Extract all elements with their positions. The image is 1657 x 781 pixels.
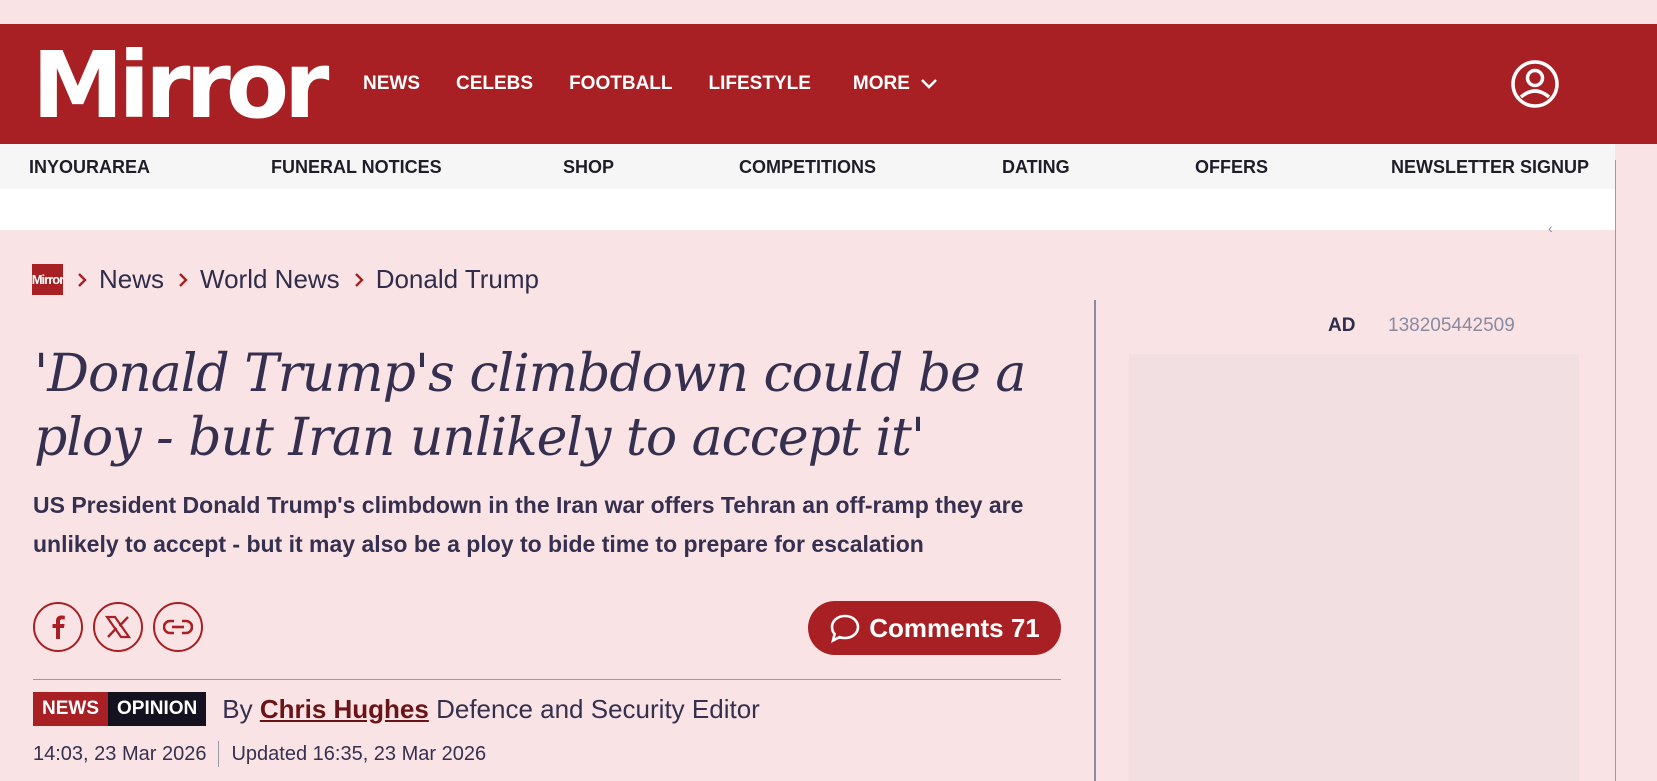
page-edge-divider	[1615, 160, 1616, 781]
article-dates: 14:03, 23 Mar 2026 Updated 16:35, 23 Mar…	[33, 741, 486, 767]
scroll-marker: ‹	[1548, 220, 1553, 236]
subnav-shop[interactable]: SHOP	[563, 157, 614, 178]
nav-lifestyle[interactable]: LIFESTYLE	[709, 73, 811, 95]
chevron-down-icon	[921, 79, 937, 89]
mirror-logo[interactable]: Mirror	[32, 36, 329, 136]
chevron-right-icon	[354, 272, 364, 287]
subnav-newsletter-signup[interactable]: NEWSLETTER SIGNUP	[1391, 157, 1589, 178]
byline-prefix: By	[222, 693, 253, 724]
account-icon[interactable]	[1510, 59, 1560, 109]
byline: NEWS OPINION By Chris Hughes Defence and…	[33, 692, 760, 726]
share-facebook-button[interactable]	[33, 602, 83, 652]
ad-label: AD	[1328, 315, 1356, 336]
site-header: Mirror NEWS CELEBS FOOTBALL LIFESTYLE MO…	[0, 24, 1657, 144]
breadcrumb-news[interactable]: News	[99, 264, 164, 295]
main-nav: NEWS CELEBS FOOTBALL LIFESTYLE MORE	[363, 24, 938, 144]
copy-link-button[interactable]	[153, 602, 203, 652]
subnav-dating[interactable]: DATING	[1002, 157, 1070, 178]
subnav-competitions[interactable]: COMPETITIONS	[739, 157, 876, 178]
x-icon	[105, 615, 131, 639]
ad-placeholder[interactable]	[1129, 354, 1579, 781]
news-tag: NEWS	[33, 692, 108, 726]
comments-button[interactable]: Comments 71	[808, 601, 1061, 655]
updated-time: Updated 16:35, 23 Mar 2026	[231, 742, 487, 765]
subnav-inyourarea[interactable]: INYOURAREA	[29, 157, 150, 178]
column-divider	[1094, 300, 1096, 781]
facebook-icon	[52, 615, 65, 639]
subnav-funeral-notices[interactable]: FUNERAL NOTICES	[271, 157, 442, 178]
link-icon	[163, 619, 193, 635]
secondary-nav: INYOURAREA FUNERAL NOTICES SHOP COMPETIT…	[0, 144, 1615, 189]
author-role: Defence and Security Editor	[436, 693, 760, 724]
nav-news[interactable]: NEWS	[363, 73, 420, 95]
chevron-right-icon	[78, 272, 87, 287]
breadcrumb-donald-trump[interactable]: Donald Trump	[376, 264, 539, 295]
opinion-tag: OPINION	[108, 692, 207, 726]
breadcrumb: Mirror News World News Donald Trump	[32, 264, 539, 295]
chevron-right-icon	[179, 272, 188, 287]
share-buttons	[33, 602, 213, 652]
published-time: 14:03, 23 Mar 2026	[33, 742, 207, 765]
nav-more[interactable]: MORE	[853, 73, 938, 95]
subnav-offers[interactable]: OFFERS	[1195, 157, 1268, 178]
date-separator	[218, 741, 220, 767]
nav-more-label: MORE	[852, 73, 910, 94]
breadcrumb-world-news[interactable]: World News	[200, 264, 340, 295]
article-divider	[33, 679, 1061, 680]
breadcrumb-home-logo[interactable]: Mirror	[32, 264, 63, 295]
comments-label: Comments 71	[869, 612, 1040, 643]
article-standfirst: US President Donald Trump's climbdown in…	[33, 492, 1024, 557]
article-headline: 'Donald Trump's climbdown could be a plo…	[34, 344, 1026, 468]
comment-icon	[830, 614, 860, 643]
nav-celebs[interactable]: CELEBS	[456, 73, 533, 95]
share-x-button[interactable]	[93, 602, 143, 652]
nav-football[interactable]: FOOTBALL	[569, 73, 672, 95]
ad-id: 138205442509	[1388, 315, 1515, 336]
byline-text: By Chris Hughes Defence and Security Edi…	[222, 694, 760, 725]
ad-banner-strip	[0, 189, 1615, 230]
author-link[interactable]: Chris Hughes	[260, 694, 429, 724]
